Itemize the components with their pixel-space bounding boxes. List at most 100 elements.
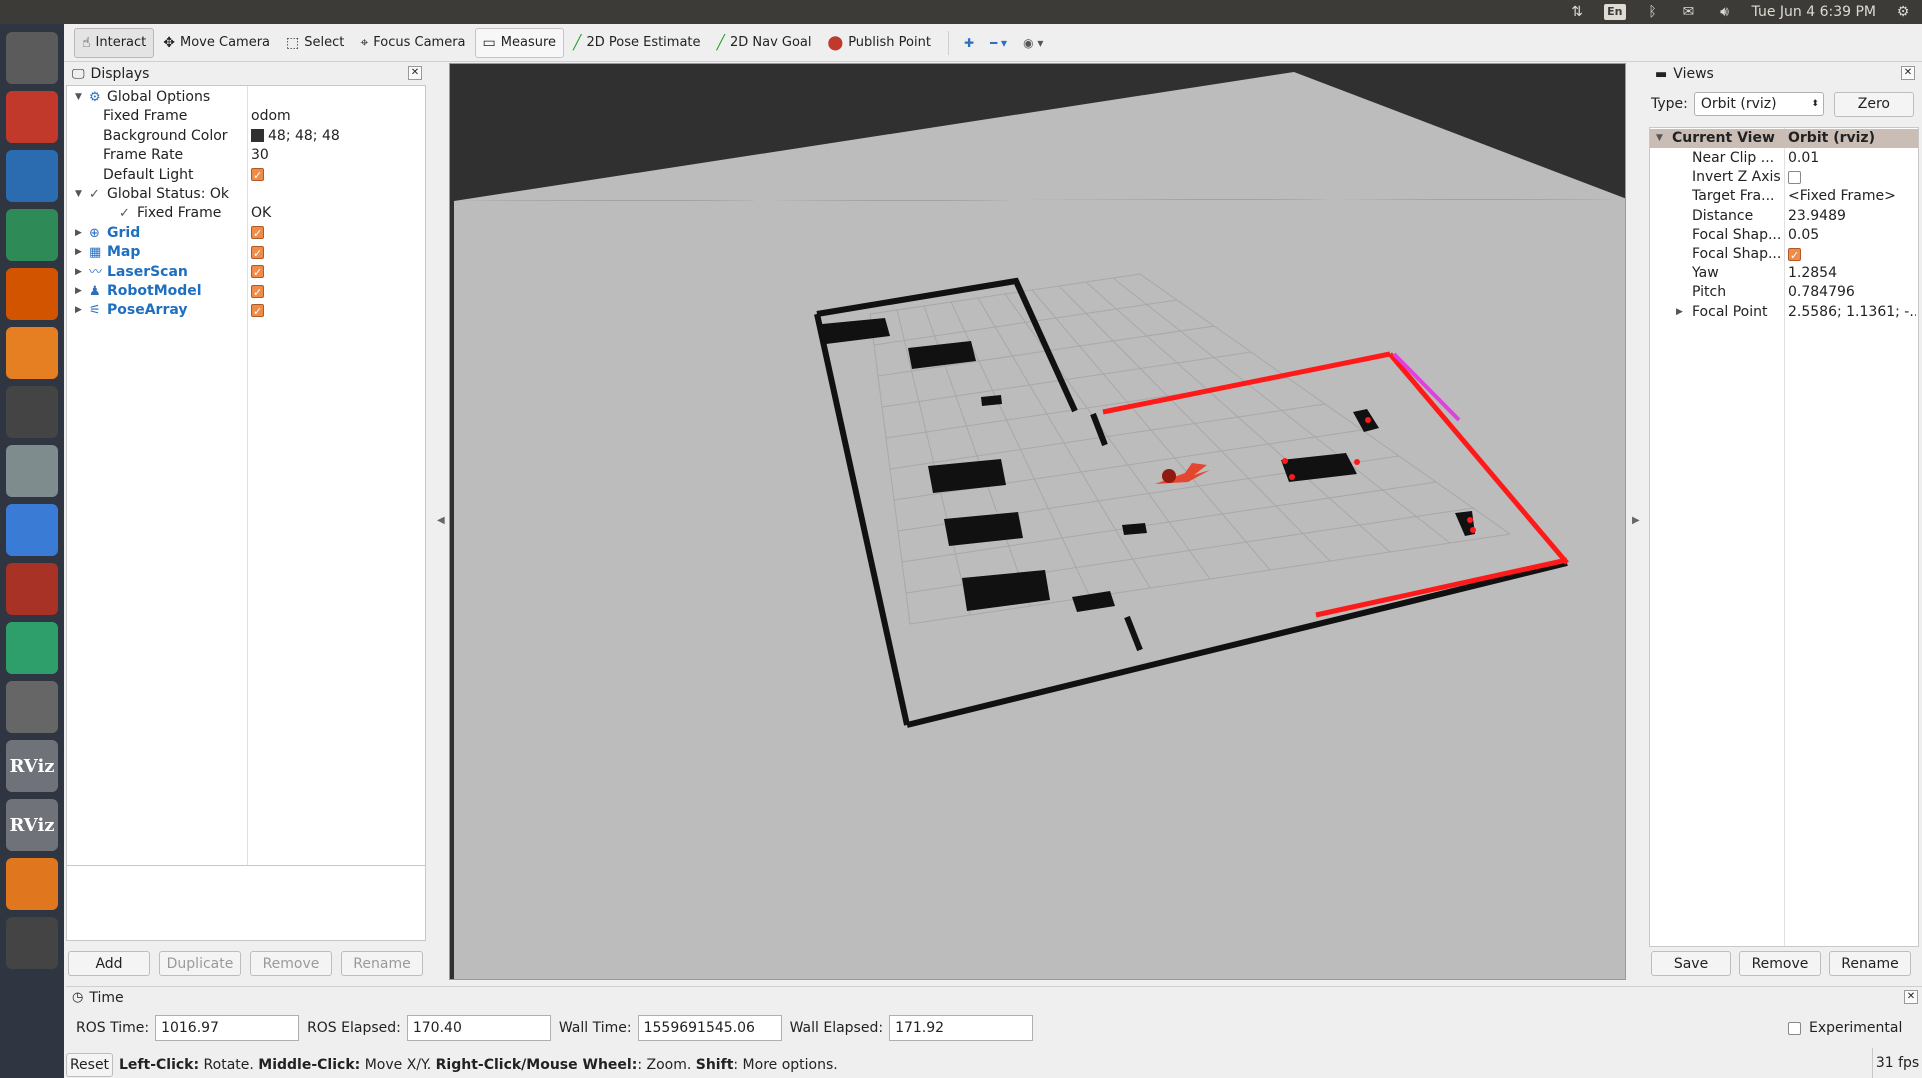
system-settings-icon[interactable]	[6, 445, 58, 497]
3d-viewport[interactable]	[449, 63, 1626, 980]
remove-tool-icon[interactable]: ━ ▾	[983, 28, 1014, 58]
ubuntu-dash-icon[interactable]	[6, 32, 58, 84]
mail-icon[interactable]: ✉	[1680, 3, 1698, 21]
color-swatch[interactable]	[251, 129, 264, 143]
current-view-row[interactable]: ▼ Current View Orbit (rviz)	[1650, 129, 1918, 148]
expand-arrow-icon[interactable]: ▶	[75, 243, 85, 262]
volume-icon[interactable]: 🔊︎	[1716, 3, 1734, 21]
display-row-map[interactable]: ▶ ▦ Map	[67, 243, 425, 263]
display-enabled-checkbox[interactable]	[251, 166, 264, 185]
display-row-grid[interactable]: ▶ ⊕ Grid	[67, 224, 425, 243]
calc-icon[interactable]	[6, 209, 58, 261]
duplicate-display-button[interactable]: Duplicate	[159, 951, 241, 976]
right-splitter-handle[interactable]: ▶	[1632, 515, 1640, 526]
view-prop-row[interactable]: Distance 23.9489	[1650, 207, 1918, 226]
display-row-global-status-ok[interactable]: ▼ ✓ Global Status: Ok	[67, 185, 425, 204]
display-enabled-checkbox[interactable]	[251, 283, 264, 302]
bluetooth-icon[interactable]: ᛒ	[1644, 3, 1662, 21]
view-prop-value[interactable]: 0.784796	[1788, 283, 1916, 302]
ros-elapsed-field[interactable]: 170.40	[406, 1015, 551, 1041]
tool-move-camera[interactable]: ✥ Move Camera	[156, 28, 277, 58]
close-displays-button[interactable]: ✕	[408, 66, 422, 80]
sublime-icon[interactable]	[6, 858, 58, 910]
left-splitter-handle[interactable]: ◀	[437, 515, 445, 526]
remove-view-button[interactable]: Remove	[1739, 951, 1821, 976]
add-tool-icon[interactable]: ✚	[957, 28, 981, 58]
display-row-fixed-frame[interactable]: ✓ Fixed Frame OK	[67, 204, 425, 223]
experimental-checkbox[interactable]	[1788, 1021, 1801, 1035]
view-options-icon[interactable]: ◉ ▾	[1016, 28, 1050, 58]
view-prop-checkbox[interactable]	[1788, 246, 1801, 264]
software-center-icon[interactable]	[6, 327, 58, 379]
view-prop-row[interactable]: Target Fra... <Fixed Frame>	[1650, 187, 1918, 206]
files-icon[interactable]	[6, 91, 58, 143]
keyboard-layout-indicator[interactable]: En	[1604, 4, 1626, 20]
view-prop-row[interactable]: Invert Z Axis	[1650, 168, 1918, 187]
ros-time-field[interactable]: 1016.97	[155, 1015, 300, 1041]
close-views-button[interactable]: ✕	[1901, 66, 1915, 80]
view-prop-row[interactable]: Focal Shap... 0.05	[1650, 226, 1918, 245]
chrome-icon[interactable]	[6, 504, 58, 556]
view-prop-row[interactable]: Focal Shap...	[1650, 245, 1918, 264]
display-value[interactable]: OK	[251, 205, 271, 221]
tool-interact[interactable]: ☝ Interact	[74, 27, 155, 58]
tool-2d-nav-goal[interactable]: ╱ 2D Nav Goal	[710, 28, 819, 58]
collapse-arrow-icon[interactable]: ▼	[75, 88, 85, 107]
save-view-button[interactable]: Save	[1651, 951, 1731, 976]
display-enabled-checkbox[interactable]	[251, 263, 264, 282]
amazon-icon[interactable]	[6, 386, 58, 438]
tool-measure[interactable]: ▭ Measure	[474, 27, 565, 58]
view-type-select[interactable]: Orbit (rviz) ⬍	[1693, 92, 1824, 116]
display-row-fixed-frame[interactable]: Fixed Frame odom	[67, 107, 425, 126]
expand-arrow-icon[interactable]: ▶	[75, 263, 85, 282]
wall-time-field[interactable]: 1559691545.06	[637, 1015, 782, 1041]
impress-icon[interactable]	[6, 268, 58, 320]
tool-select[interactable]: ⬚ Select	[279, 28, 351, 58]
expand-arrow-icon[interactable]: ▶	[1676, 303, 1683, 322]
atom-icon[interactable]	[6, 622, 58, 674]
view-prop-value[interactable]: 0.05	[1788, 226, 1916, 245]
display-enabled-checkbox[interactable]	[251, 224, 264, 243]
collapse-arrow-icon[interactable]: ▼	[75, 185, 85, 204]
expand-arrow-icon[interactable]: ▶	[75, 301, 85, 320]
display-value[interactable]: 48; 48; 48	[268, 128, 340, 144]
view-prop-value[interactable]: 23.9489	[1788, 207, 1916, 226]
remove-display-button[interactable]: Remove	[250, 951, 332, 976]
writer-icon[interactable]	[6, 150, 58, 202]
wall-elapsed-field[interactable]: 171.92	[889, 1015, 1034, 1041]
view-prop-value[interactable]: 1.2854	[1788, 264, 1916, 283]
view-prop-value[interactable]: <Fixed Frame>	[1788, 187, 1916, 206]
display-value[interactable]: odom	[251, 108, 291, 124]
display-row-default-light[interactable]: Default Light	[67, 166, 425, 185]
terminal-red-icon[interactable]	[6, 563, 58, 615]
view-prop-row[interactable]: Yaw 1.2854	[1650, 264, 1918, 283]
collapse-arrow-icon[interactable]: ▼	[1656, 129, 1663, 148]
close-time-button[interactable]: ✕	[1904, 990, 1918, 1004]
zero-view-button[interactable]: Zero	[1833, 91, 1914, 117]
tool-focus-camera[interactable]: ⌖ Focus Camera	[353, 28, 472, 58]
view-prop-checkbox[interactable]	[1788, 170, 1801, 184]
view-prop-value[interactable]: 2.5586; 1.1361; -...	[1788, 303, 1916, 322]
display-row-posearray[interactable]: ▶ ⚟ PoseArray	[67, 301, 425, 321]
display-value[interactable]: 30	[251, 147, 269, 163]
display-row-laserscan[interactable]: ▶ 〰 LaserScan	[67, 263, 425, 282]
display-row-robotmodel[interactable]: ▶ ♟ RobotModel	[67, 282, 425, 302]
expand-arrow-icon[interactable]: ▶	[75, 282, 85, 301]
network-icon[interactable]: ⇅	[1568, 3, 1586, 21]
view-prop-value[interactable]: 0.01	[1788, 149, 1916, 168]
calculator-icon[interactable]	[6, 681, 58, 733]
rviz-icon[interactable]: RViz	[6, 740, 58, 792]
rviz-icon-2[interactable]: RViz	[6, 799, 58, 851]
display-row-global-options[interactable]: ▼ ⚙ Global Options	[67, 88, 425, 107]
settings-gear-icon[interactable]: ⚙	[1894, 3, 1912, 21]
display-enabled-checkbox[interactable]	[251, 302, 264, 321]
display-row-frame-rate[interactable]: Frame Rate 30	[67, 146, 425, 165]
clock[interactable]: Tue Jun 4 6:39 PM	[1752, 4, 1876, 20]
view-prop-row[interactable]: ▶ Focal Point 2.5586; 1.1361; -...	[1650, 303, 1918, 322]
view-prop-row[interactable]: Near Clip ... 0.01	[1650, 149, 1918, 168]
view-prop-row[interactable]: Pitch 0.784796	[1650, 283, 1918, 302]
expand-arrow-icon[interactable]: ▶	[75, 224, 85, 243]
rename-display-button[interactable]: Rename	[341, 951, 423, 976]
rename-view-button[interactable]: Rename	[1829, 951, 1911, 976]
display-enabled-checkbox[interactable]	[251, 244, 264, 263]
